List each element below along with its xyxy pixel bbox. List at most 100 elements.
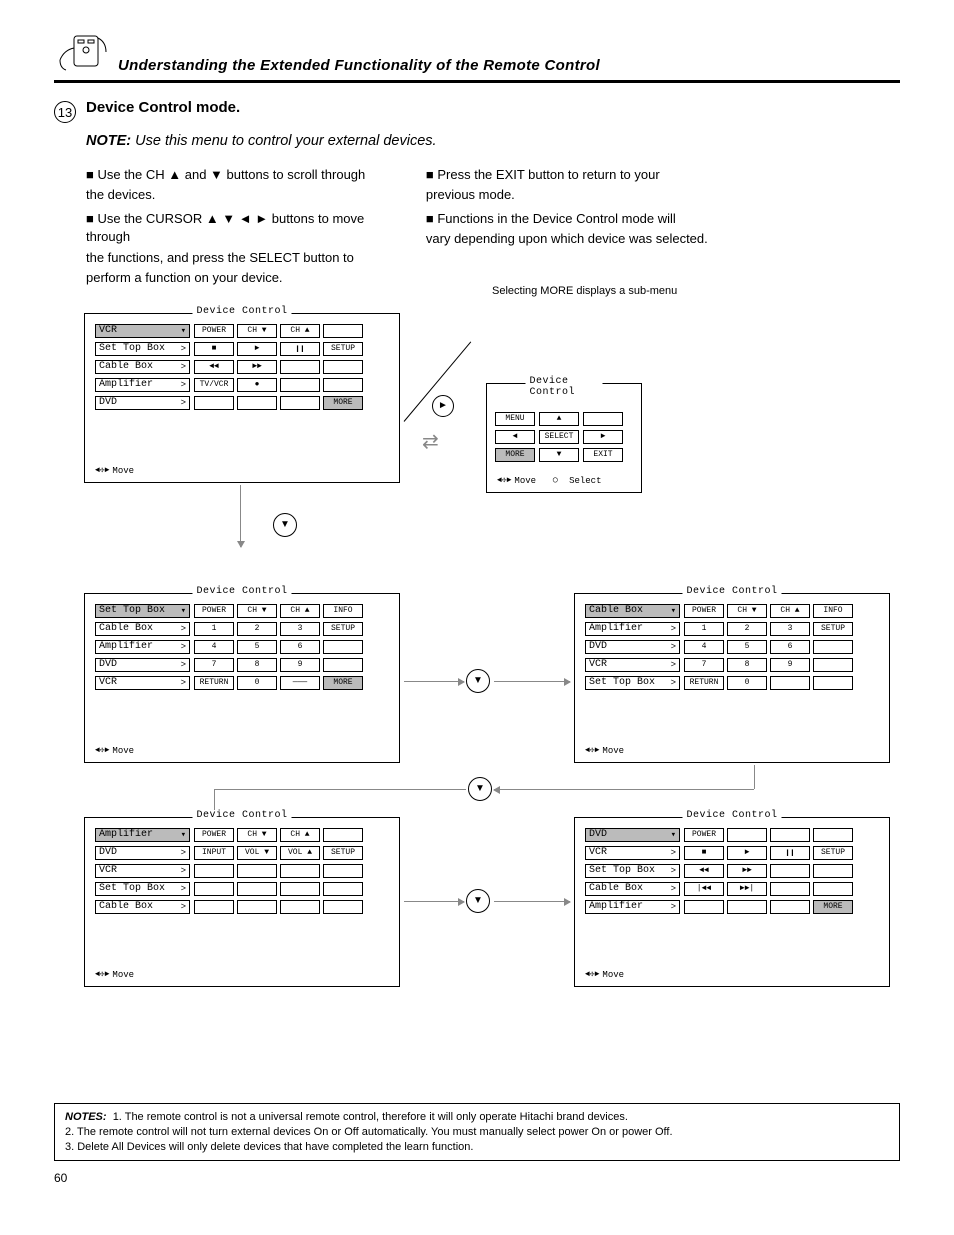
btn-blank [194, 900, 234, 914]
btn-ff[interactable]: ►► [727, 864, 767, 878]
btn-rec[interactable]: ● [237, 378, 277, 392]
btn-3[interactable]: 3 [770, 622, 810, 636]
btn-info[interactable]: INFO [323, 604, 363, 618]
btn-5[interactable]: 5 [237, 640, 277, 654]
btn-input[interactable]: INPUT [194, 846, 234, 860]
btn-more[interactable]: MORE [323, 676, 363, 690]
notes-1: 1. The remote control is not a universal… [113, 1111, 628, 1123]
btn-blank [237, 396, 277, 410]
btn-blank [583, 412, 623, 426]
btn-voldn[interactable]: VOL ▼ [237, 846, 277, 860]
btn-return[interactable]: RETURN [194, 676, 234, 690]
btn-0[interactable]: 0 [237, 676, 277, 690]
btn-chdn[interactable]: CH ▼ [237, 324, 277, 338]
btn-right[interactable]: ► [583, 430, 623, 444]
btn-info[interactable]: INFO [813, 604, 853, 618]
device-vcr: VCR> [95, 676, 190, 690]
annotation-more: Selecting MORE displays a sub-menu [492, 285, 677, 297]
btn-left[interactable]: ◄ [495, 430, 535, 444]
btn-blank [727, 828, 767, 842]
btn-play[interactable]: ► [237, 342, 277, 356]
btn-stop[interactable]: ■ [194, 342, 234, 356]
btn-down[interactable]: ▼ [539, 448, 579, 462]
btn-3[interactable]: 3 [280, 622, 320, 636]
btn-power[interactable]: POWER [194, 604, 234, 618]
btn-rew[interactable]: ◄◄ [194, 360, 234, 374]
notes-3: 3. Delete All Devices will only delete d… [65, 1141, 473, 1153]
btn-2[interactable]: 2 [727, 622, 767, 636]
btn-5[interactable]: 5 [727, 640, 767, 654]
flow-arrow [494, 901, 570, 902]
btn-6[interactable]: 6 [280, 640, 320, 654]
btn-7[interactable]: 7 [684, 658, 724, 672]
device-stb: Set Top Box▾ [95, 604, 190, 618]
btn-return[interactable]: RETURN [684, 676, 724, 690]
btn-chdn[interactable]: CH ▼ [237, 828, 277, 842]
foot-move: Move [112, 466, 134, 476]
device-dvd: DVD> [95, 658, 190, 672]
btn-more[interactable]: MORE [813, 900, 853, 914]
btn-setup[interactable]: SETUP [323, 622, 363, 636]
btn-tvvcr[interactable]: TV/VCR [194, 378, 234, 392]
btn-up[interactable]: ▲ [539, 412, 579, 426]
btn-chdn[interactable]: CH ▼ [727, 604, 767, 618]
btn-prev[interactable]: |◄◄ [684, 882, 724, 896]
btn-ff[interactable]: ►► [237, 360, 277, 374]
btn-9[interactable]: 9 [280, 658, 320, 672]
btn-power[interactable]: POWER [684, 828, 724, 842]
btn-chup[interactable]: CH ▲ [280, 324, 320, 338]
step-a-l4: the functions, and press the SELECT butt… [86, 250, 354, 265]
btn-next[interactable]: ►►| [727, 882, 767, 896]
btn-blank [237, 900, 277, 914]
btn-rew[interactable]: ◄◄ [684, 864, 724, 878]
btn-power[interactable]: POWER [194, 828, 234, 842]
page-title: Understanding the Extended Functionality… [118, 57, 600, 74]
btn-exit[interactable]: EXIT [583, 448, 623, 462]
btn-chup[interactable]: CH ▲ [280, 828, 320, 842]
btn-volup[interactable]: VOL ▲ [280, 846, 320, 860]
btn-2[interactable]: 2 [237, 622, 277, 636]
btn-blank [813, 828, 853, 842]
btn-pause[interactable]: ❙❙ [770, 846, 810, 860]
btn-4[interactable]: 4 [194, 640, 234, 654]
btn-chup[interactable]: CH ▲ [770, 604, 810, 618]
btn-more[interactable]: MORE [323, 396, 363, 410]
btn-play[interactable]: ► [727, 846, 767, 860]
btn-power[interactable]: POWER [194, 324, 234, 338]
btn-4[interactable]: 4 [684, 640, 724, 654]
btn-stop[interactable]: ■ [684, 846, 724, 860]
btn-blank [770, 864, 810, 878]
btn-power[interactable]: POWER [684, 604, 724, 618]
btn-blank [684, 900, 724, 914]
step-b-l3: ■ Functions in the Device Control mode w… [426, 211, 676, 226]
btn-line[interactable]: ——— [280, 676, 320, 690]
btn-9[interactable]: 9 [770, 658, 810, 672]
btn-setup[interactable]: SETUP [323, 846, 363, 860]
btn-chdn[interactable]: CH ▼ [237, 604, 277, 618]
btn-6[interactable]: 6 [770, 640, 810, 654]
btn-pause[interactable]: ❙❙ [280, 342, 320, 356]
btn-select[interactable]: SELECT [539, 430, 579, 444]
btn-blank [323, 828, 363, 842]
panel-amp: Device Control Amplifier▾ POWERCH ▼CH ▲ … [84, 817, 400, 987]
notes-label: NOTES: [65, 1111, 107, 1123]
btn-blank [813, 882, 853, 896]
btn-0[interactable]: 0 [727, 676, 767, 690]
btn-chup[interactable]: CH ▲ [280, 604, 320, 618]
btn-1[interactable]: 1 [684, 622, 724, 636]
btn-more[interactable]: MORE [495, 448, 535, 462]
remote-control-cartoon-icon [54, 30, 110, 74]
step-b-l1: ■ Press the EXIT button to return to you… [426, 167, 660, 182]
btn-7[interactable]: 7 [194, 658, 234, 672]
step-number: 13 [54, 101, 76, 123]
btn-setup[interactable]: SETUP [813, 622, 853, 636]
device-vcr: VCR> [585, 658, 680, 672]
btn-8[interactable]: 8 [727, 658, 767, 672]
btn-blank [280, 900, 320, 914]
btn-1[interactable]: 1 [194, 622, 234, 636]
btn-menu[interactable]: MENU [495, 412, 535, 426]
btn-setup[interactable]: SETUP [323, 342, 363, 356]
flow-arrow [404, 901, 464, 902]
btn-setup[interactable]: SETUP [813, 846, 853, 860]
btn-8[interactable]: 8 [237, 658, 277, 672]
